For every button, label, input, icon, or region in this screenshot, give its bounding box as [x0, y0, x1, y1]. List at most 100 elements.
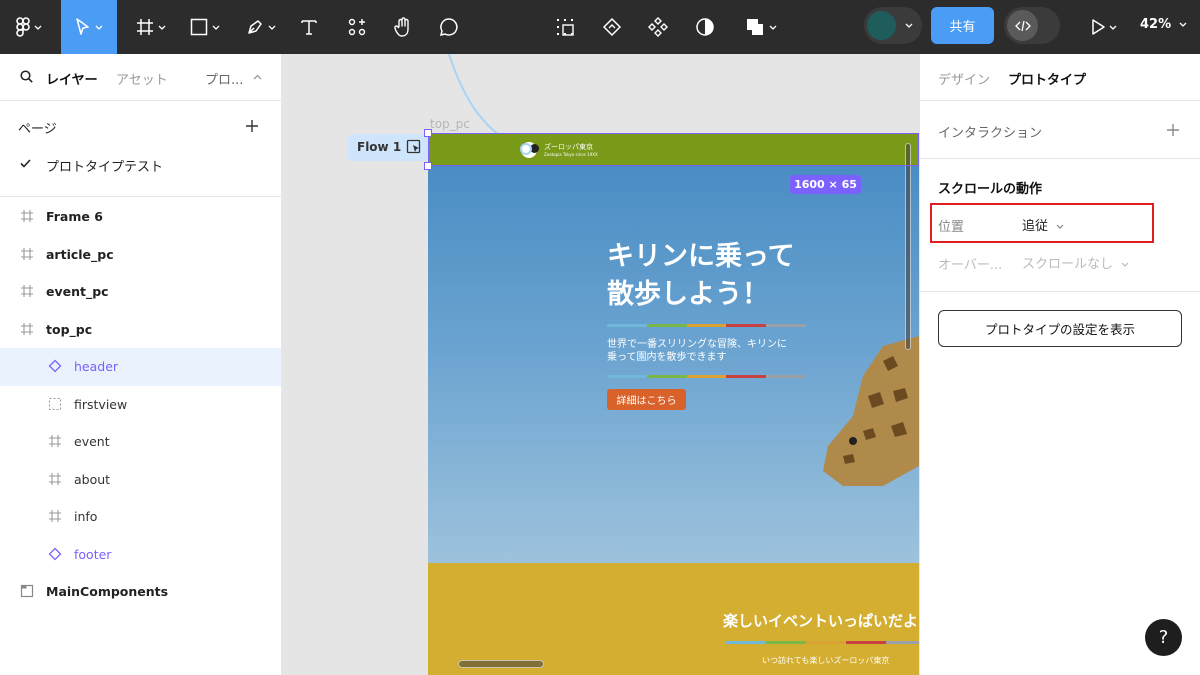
flow-label: Flow 1 [357, 140, 402, 154]
frame-name-label[interactable]: top_pc [430, 117, 470, 131]
add-interaction-icon[interactable] [1166, 123, 1180, 137]
layer-item[interactable]: event_pc [0, 273, 281, 311]
page-name: プロトタイプテスト [46, 160, 164, 175]
stripe-segment [646, 375, 687, 378]
resize-handle-tl[interactable] [424, 129, 432, 137]
avatar[interactable] [867, 11, 896, 40]
frame-icon [137, 19, 153, 35]
hero-title: キリンに乗って 散歩しよう！ [607, 238, 795, 314]
move-tool-button[interactable] [61, 0, 117, 54]
layer-item[interactable]: header [0, 348, 281, 386]
frame-icon [20, 247, 34, 261]
comment-icon [439, 18, 458, 37]
layer-list: Frame 6 article_pc event_pc top_pcheader fir… [0, 198, 281, 611]
horizontal-scrollbar[interactable] [458, 660, 544, 668]
highlight-annotation-box [930, 203, 1154, 243]
layer-item[interactable]: Frame 6 [0, 198, 281, 236]
layer-label: Frame 6 [46, 209, 103, 225]
layer-item[interactable]: top_pc [0, 311, 281, 349]
stripe-segment [726, 324, 767, 327]
frame-icon [48, 472, 62, 486]
prototype-flow-button[interactable] [597, 0, 627, 54]
text-tool-button[interactable] [294, 0, 324, 54]
resources-tool-button[interactable] [342, 0, 372, 54]
event-title: 楽しいイベントいっぱいだよ [723, 612, 919, 630]
component-button[interactable] [643, 0, 673, 54]
layer-item[interactable]: footer [0, 536, 281, 574]
zoom-level[interactable]: 42% [1140, 17, 1187, 32]
layer-item[interactable]: info [0, 498, 281, 536]
toolbar: 共有 42% [0, 0, 1200, 54]
tab-prototype[interactable]: プロトタイプ [1008, 69, 1086, 88]
chevron-up-icon[interactable] [253, 74, 262, 80]
add-page-icon[interactable] [245, 119, 259, 133]
prototype-settings-button[interactable]: プロトタイプの設定を表示 [938, 310, 1182, 347]
shape-tool-button[interactable] [184, 0, 226, 54]
component-instance-icon [48, 547, 62, 561]
dashed-frame-icon [48, 397, 62, 411]
scroll-behavior-title: スクロールの動作 [938, 182, 1043, 197]
event-stripe [726, 641, 919, 644]
zoom-value: 42% [1140, 17, 1172, 32]
pages-label: ページ [18, 122, 57, 137]
stripe-segment [646, 324, 687, 327]
layer-item[interactable]: event [0, 423, 281, 461]
right-panel: デザイン プロトタイプ インタラクション スクロールの動作 位置 追従 オーバー… [919, 54, 1200, 675]
tab-design[interactable]: デザイン [938, 69, 990, 88]
vertical-scrollbar[interactable] [905, 143, 911, 350]
tab-pages-dropdown[interactable]: プロ... [205, 69, 243, 88]
chevron-down-icon [1109, 25, 1117, 30]
frame-tool-button[interactable] [130, 0, 172, 54]
layer-item[interactable]: firstview [0, 386, 281, 424]
mask-button[interactable] [690, 0, 720, 54]
layer-label: article_pc [46, 246, 114, 262]
hero-title-line1: キリンに乗って [607, 241, 795, 272]
chevron-down-icon [34, 25, 42, 30]
flow-starting-point[interactable]: Flow 1 [348, 134, 428, 161]
tab-assets[interactable]: アセット [116, 69, 168, 88]
firstview-hero[interactable]: キリンに乗って 散歩しよう！ 世界で一番スリリングな冒険、キリンに 乗って園内を… [428, 166, 919, 563]
connection-node[interactable] [520, 143, 532, 155]
tab-layers[interactable]: レイヤー [46, 69, 98, 88]
hero-stripe-bottom [607, 375, 806, 378]
layer-label: header [74, 359, 119, 375]
top-pc-frame[interactable]: ズーロッパ東京 Zootopia Tokyo since 19XX キリンに乗っ… [428, 133, 919, 675]
chevron-down-icon [212, 25, 220, 30]
comment-tool-button[interactable] [434, 0, 464, 54]
stripe-segment [766, 641, 806, 644]
hero-detail-button[interactable]: 詳細はこちら [607, 389, 686, 410]
layer-item[interactable]: article_pc [0, 236, 281, 274]
layer-item[interactable]: about [0, 461, 281, 499]
search-icon[interactable] [20, 70, 33, 83]
hero-stripe-top [607, 324, 806, 327]
event-subtitle: いつ訪れても楽しいズーロッパ東京 [762, 656, 890, 665]
frame-icon [48, 509, 62, 523]
contrast-icon [696, 18, 714, 36]
hero-title-line2: 散歩しよう！ [607, 279, 769, 310]
layer-item[interactable]: MainComponents [0, 573, 281, 611]
boolean-button[interactable] [740, 0, 782, 54]
dev-mode-toggle[interactable] [1004, 7, 1060, 44]
multiplayer-avatar-menu[interactable] [864, 7, 922, 44]
hand-tool-button[interactable] [388, 0, 418, 54]
pen-icon [248, 20, 262, 34]
overflow-label: オーバー... [938, 258, 1003, 273]
present-button[interactable] [1084, 0, 1124, 54]
size-badge: 1600 × 65 [790, 175, 861, 194]
main-menu-button[interactable] [8, 0, 50, 54]
figma-logo-icon [16, 17, 30, 37]
play-flow-icon[interactable] [406, 139, 422, 155]
overflow-select[interactable]: スクロールなし [1022, 253, 1129, 272]
resize-handle-bl[interactable] [424, 162, 432, 170]
component-icon [648, 17, 668, 37]
event-section[interactable]: 楽しいイベントいっぱいだよ いつ訪れても楽しいズーロッパ東京 [428, 563, 919, 675]
share-button[interactable]: 共有 [931, 7, 994, 44]
canvas[interactable]: top_pc Flow 1 ズーロッパ東京 Zootopia Tokyo sin… [282, 54, 919, 675]
code-icon [1007, 10, 1038, 41]
chevron-down-icon [95, 25, 103, 30]
hero-text-line1: 世界で一番スリリングな冒険、キリンに [607, 339, 787, 350]
help-button[interactable]: ? [1145, 619, 1182, 656]
pen-tool-button[interactable] [240, 0, 282, 54]
page-item-current[interactable]: プロトタイプテスト [0, 148, 281, 184]
autolayout-button[interactable] [550, 0, 580, 54]
